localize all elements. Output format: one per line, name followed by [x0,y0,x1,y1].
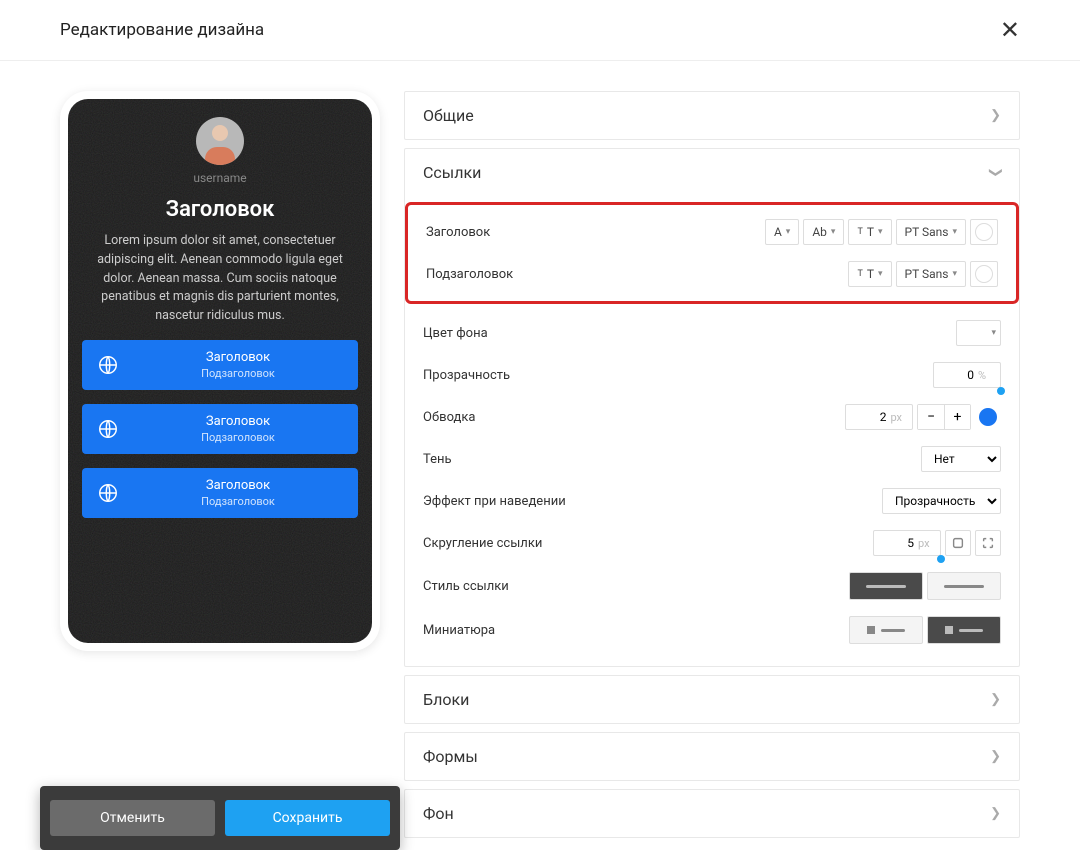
chevron-down-icon: ❯ [988,167,1003,178]
chevron-right-icon: ❯ [990,692,1001,707]
panel-title: Фон [423,804,454,823]
border-radius-input[interactable]: px [873,530,941,556]
globe-icon [96,417,120,441]
thumbnail-center[interactable] [927,616,1001,644]
panel-background[interactable]: Фон ❯ [405,790,1019,837]
chevron-right-icon: ❯ [990,108,1001,123]
panel-links[interactable]: Ссылки ❯ [405,149,1019,196]
link-style-outline[interactable] [927,572,1001,600]
opacity-input[interactable]: % [933,362,1001,388]
panel-general[interactable]: Общие ❯ [405,92,1019,139]
unit-label: px [886,411,908,424]
panel-title: Блоки [423,690,469,709]
subheading-label: Подзаголовок [426,267,513,282]
save-button[interactable]: Сохранить [225,800,390,836]
stroke-label: Обводка [423,410,475,425]
preview-link-title: Заголовок [132,350,344,365]
unit-label: px [914,537,936,550]
increment-button[interactable]: + [944,405,970,429]
stroke-width-input[interactable]: px [845,404,913,430]
shadow-select[interactable]: Нет [921,446,1001,472]
chevron-right-icon: ❯ [990,749,1001,764]
panel-title: Формы [423,747,478,766]
opacity-label: Прозрачность [423,368,510,383]
color-swatch[interactable] [970,219,998,245]
hover-effect-label: Эффект при наведении [423,494,566,509]
action-bar: Отменить Сохранить [40,786,400,850]
globe-icon [96,353,120,377]
phone-screen: username Заголовок Lorem ipsum dolor sit… [68,99,372,643]
phone-preview: username Заголовок Lorem ipsum dolor sit… [60,91,380,651]
bg-color-picker[interactable]: ▾ [956,320,1001,346]
link-style-solid[interactable] [849,572,923,600]
thumbnail-left[interactable] [849,616,923,644]
close-icon[interactable]: ✕ [1000,18,1020,42]
cancel-button[interactable]: Отменить [50,800,215,836]
stroke-color-picker[interactable] [975,404,1001,430]
bg-color-label: Цвет фона [423,326,488,341]
highlight-region: Заголовок A▾ Ab▾ TT▾ PT Sans▾ Подзаголов… [405,202,1019,304]
corners-uniform-icon[interactable] [945,530,971,556]
text-color-dropdown[interactable]: A▾ [765,219,799,245]
preview-title: Заголовок [82,197,358,222]
border-radius-label: Скругление ссылки [423,536,542,551]
preview-link-item[interactable]: Заголовок Подзаголовок [82,404,358,454]
panel-title: Ссылки [423,163,481,182]
color-swatch[interactable] [970,261,998,287]
corners-individual-icon[interactable] [975,530,1001,556]
shadow-label: Тень [423,452,452,467]
panel-blocks[interactable]: Блоки ❯ [405,676,1019,723]
preview-link-subtitle: Подзаголовок [132,431,344,444]
decrement-button[interactable]: − [918,405,944,429]
page-title: Редактирование дизайна [60,20,264,40]
panel-title: Общие [423,106,474,125]
preview-link-subtitle: Подзаголовок [132,367,344,380]
preview-link-title: Заголовок [132,414,344,429]
hover-effect-select[interactable]: Прозрачность [882,488,1001,514]
globe-icon [96,481,120,505]
font-size-dropdown[interactable]: TT▾ [848,219,891,245]
font-family-dropdown[interactable]: PT Sans▾ [896,261,966,287]
preview-link-title: Заголовок [132,478,344,493]
font-size-dropdown[interactable]: TT▾ [848,261,891,287]
panel-forms[interactable]: Формы ❯ [405,733,1019,780]
avatar [196,117,244,165]
preview-link-subtitle: Подзаголовок [132,495,344,508]
link-style-label: Стиль ссылки [423,579,509,594]
unit-label: % [974,369,992,382]
text-case-dropdown[interactable]: Ab▾ [803,219,844,245]
preview-link-item[interactable]: Заголовок Подзаголовок [82,340,358,390]
font-family-dropdown[interactable]: PT Sans▾ [896,219,966,245]
thumbnail-label: Миниатюра [423,623,495,638]
preview-column: username Заголовок Lorem ipsum dolor sit… [60,91,380,846]
preview-username: username [82,171,358,185]
preview-link-item[interactable]: Заголовок Подзаголовок [82,468,358,518]
settings-column: Общие ❯ Ссылки ❯ Заголовок A▾ Ab▾ TT▾ [404,91,1020,846]
heading-label: Заголовок [426,225,490,240]
chevron-right-icon: ❯ [990,806,1001,821]
stroke-stepper[interactable]: − + [917,404,971,430]
preview-description: Lorem ipsum dolor sit amet, consectetuer… [82,232,358,326]
